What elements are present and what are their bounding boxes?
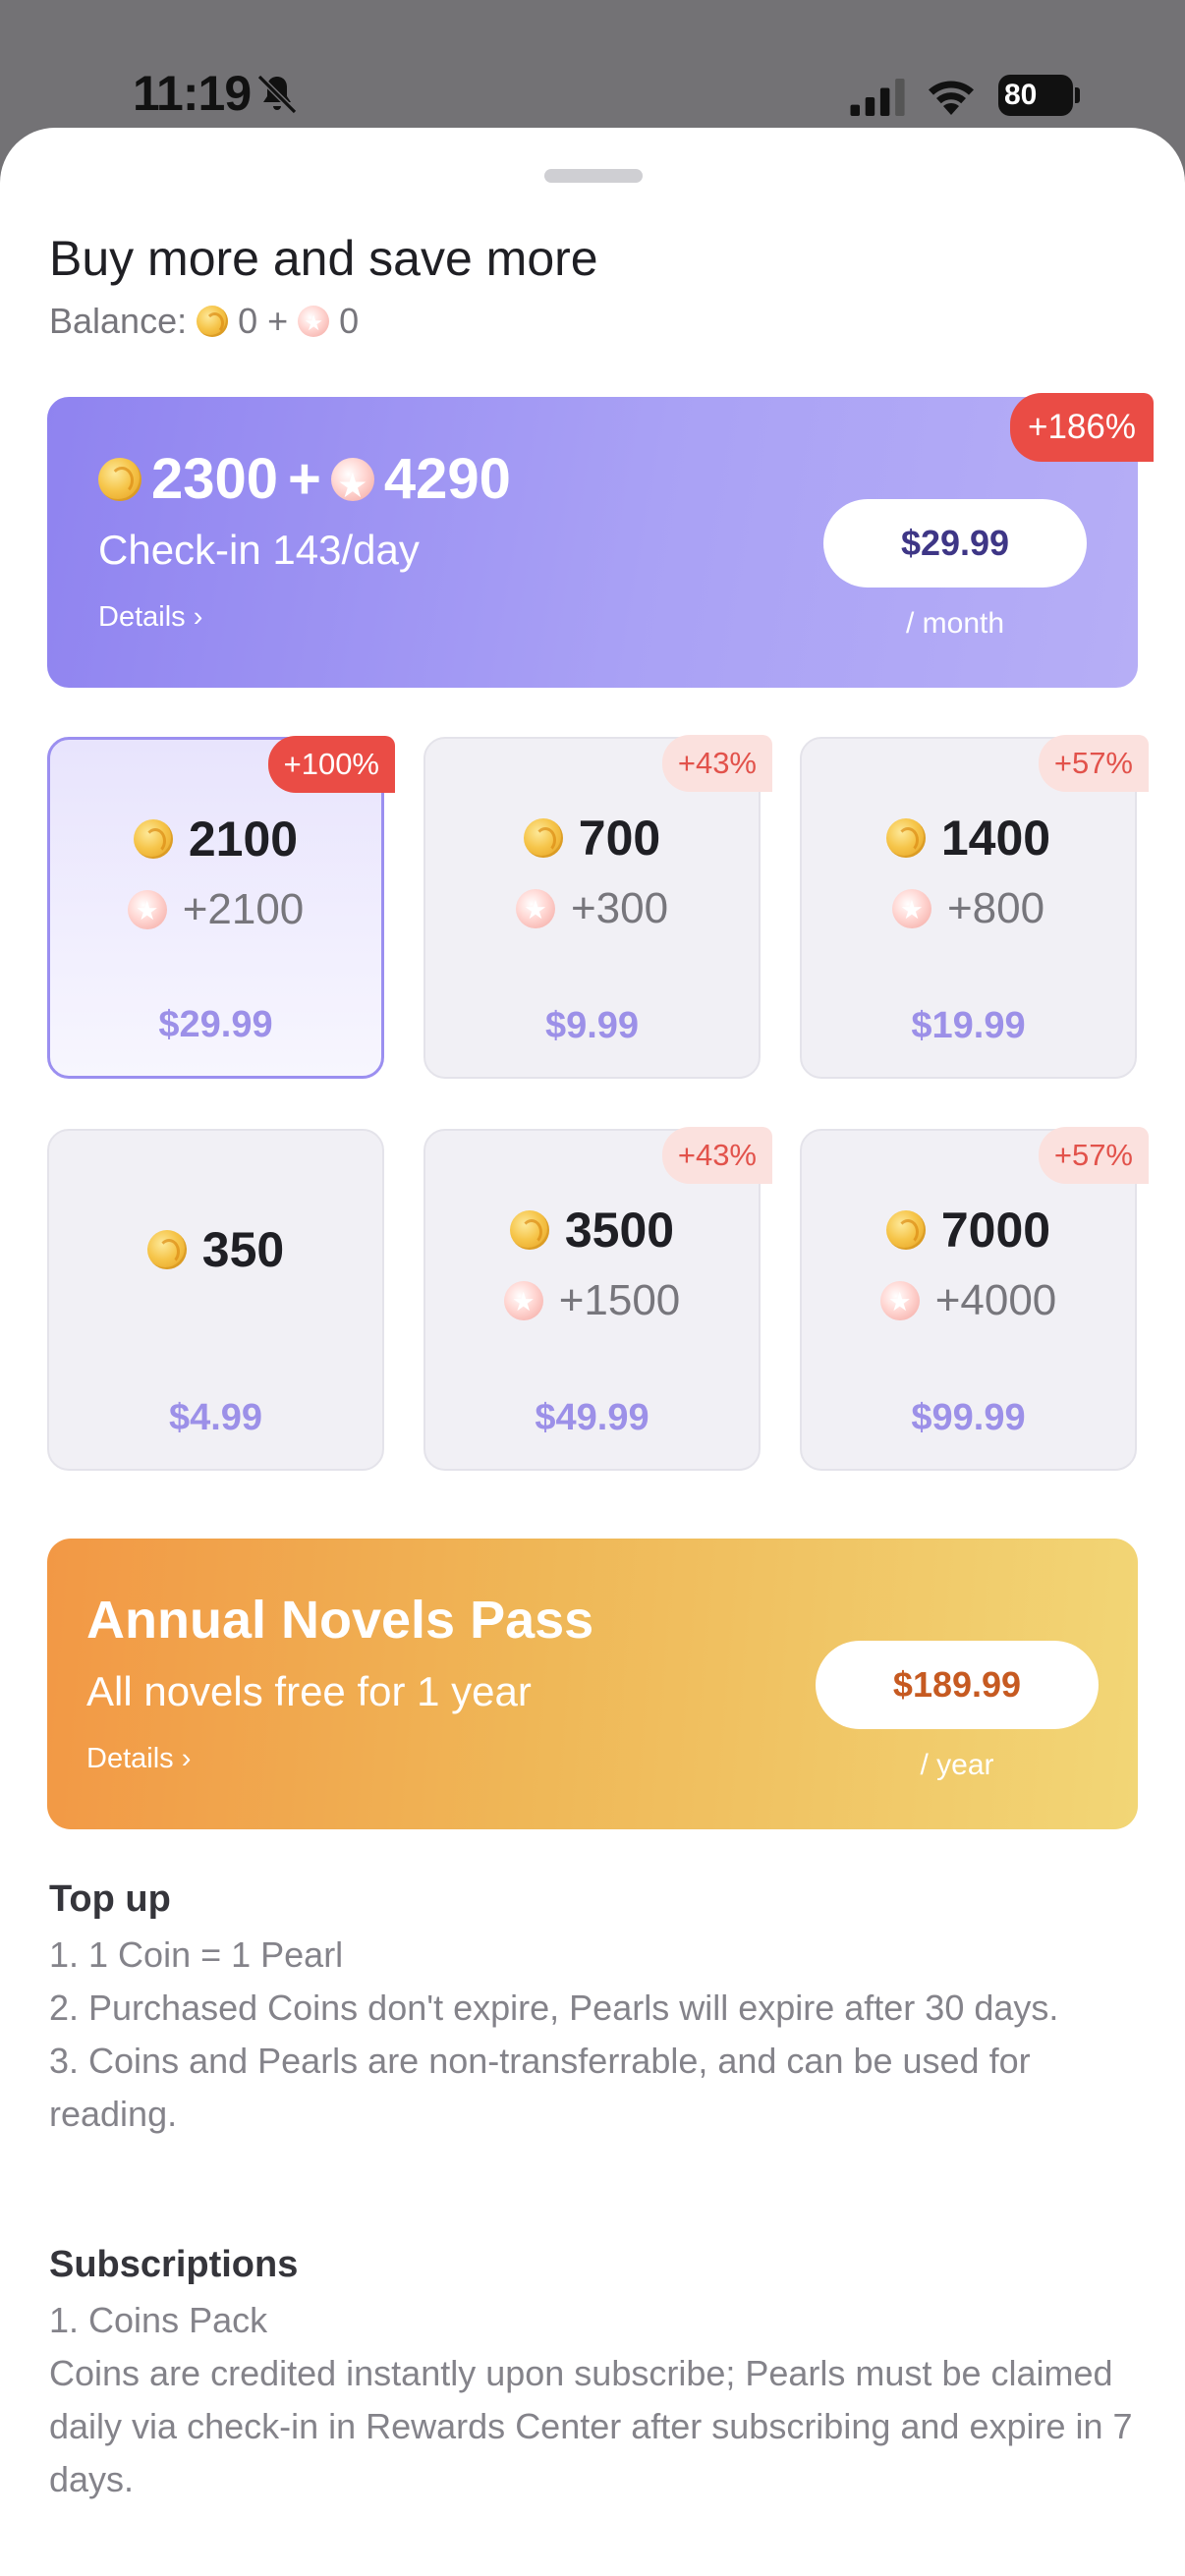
package-bonus: +4000 — [934, 1276, 1057, 1324]
package-price: $19.99 — [911, 1005, 1026, 1046]
pearl-icon — [330, 457, 374, 501]
battery-icon: 80 — [998, 75, 1080, 116]
package-coins-row: 700 — [425, 810, 759, 867]
package-coins: 3500 — [564, 1203, 675, 1258]
subscription-coins: 2300 — [151, 447, 279, 511]
purchase-sheet: Buy more and save more Balance: 0 + 0 23… — [0, 128, 1185, 2576]
wifi-icon — [929, 81, 974, 115]
chevron-right-icon: › — [181, 1743, 192, 1774]
top-up-info: Top up 1. 1 Coin = 1 Pearl 2. Purchased … — [49, 1878, 1140, 2141]
bell-muted-icon — [256, 74, 298, 115]
coin-icon — [509, 1210, 549, 1250]
package-price: $9.99 — [544, 1005, 640, 1046]
annual-price-button[interactable]: $189.99 — [816, 1641, 1099, 1729]
top-up-line: 2. Purchased Coins don't expire, Pearls … — [49, 1988, 1059, 2028]
pearl-icon — [127, 890, 167, 929]
subscription-details-link[interactable]: Details › — [98, 601, 202, 634]
details-label: Details — [98, 601, 186, 633]
details-label: Details — [86, 1743, 174, 1774]
balance-pearls: 0 — [339, 301, 360, 341]
package-card-1400[interactable]: +57% 1400 +800 $19.99 — [800, 735, 1149, 1079]
package-bonus-row: +1500 — [425, 1276, 759, 1325]
subscription-pearls: 4290 — [383, 447, 511, 511]
coin-icon — [885, 818, 926, 858]
coin-icon — [98, 457, 141, 501]
pearl-icon — [879, 1281, 920, 1320]
package-card-3500[interactable]: +43% 3500 +1500 $49.99 — [423, 1127, 772, 1471]
coin-icon — [133, 819, 173, 859]
status-bar: 11:19 80 — [0, 0, 1185, 128]
package-bonus-row: +800 — [802, 884, 1135, 933]
annual-pass-title: Annual Novels Pass — [86, 1591, 594, 1650]
package-coins-row: 7000 — [802, 1202, 1135, 1259]
subscriptions-line: 1. Coins Pack — [49, 2300, 268, 2340]
package-price: $99.99 — [911, 1397, 1026, 1438]
annual-novels-pass-card[interactable]: Annual Novels Pass All novels free for 1… — [47, 1539, 1138, 1829]
coin-icon — [885, 1210, 926, 1250]
subscription-plus: + — [288, 447, 321, 511]
package-bonus: +800 — [946, 884, 1045, 932]
pearl-icon — [298, 306, 330, 337]
package-price: $29.99 — [158, 1004, 273, 1045]
cellular-signal-icon — [850, 79, 905, 116]
subscription-checkin-text: Check-in 143/day — [98, 527, 420, 573]
balance-plus: + — [267, 301, 289, 341]
package-bonus: +1500 — [558, 1276, 681, 1324]
subscription-period: / month — [905, 607, 1005, 640]
pearl-icon — [503, 1281, 543, 1320]
package-bonus-row: +300 — [425, 884, 759, 933]
package-card-7000[interactable]: +57% 7000 +4000 $99.99 — [800, 1127, 1149, 1471]
package-coins: 7000 — [940, 1203, 1051, 1258]
coin-icon — [523, 818, 563, 858]
subscriptions-info: Subscriptions 1. Coins Pack Coins are cr… — [49, 2244, 1140, 2506]
subscription-price-button[interactable]: $29.99 — [823, 499, 1087, 588]
package-price: $49.99 — [535, 1397, 649, 1438]
bonus-badge: +57% — [1038, 735, 1149, 792]
sheet-title: Buy more and save more — [49, 231, 598, 286]
package-card-700[interactable]: +43% 700 +300 $9.99 — [423, 735, 772, 1079]
pearl-icon — [515, 889, 555, 928]
package-price: $4.99 — [168, 1397, 263, 1438]
package-coins-row: 1400 — [802, 810, 1135, 867]
subscriptions-line: Coins are credited instantly upon subscr… — [49, 2353, 1133, 2499]
top-up-line: 1. 1 Coin = 1 Pearl — [49, 1934, 344, 1975]
coin-icon — [197, 306, 229, 337]
package-bonus-row: +4000 — [802, 1276, 1135, 1325]
package-coins-row: 350 — [49, 1221, 382, 1278]
bonus-badge: +186% — [1010, 393, 1154, 462]
bonus-badge: +57% — [1038, 1127, 1149, 1184]
chevron-right-icon: › — [193, 601, 203, 633]
subscriptions-heading: Subscriptions — [49, 2244, 299, 2285]
top-up-heading: Top up — [49, 1878, 171, 1920]
coins-pack-subscription-card[interactable]: 2300 + 4290 Check-in 143/day Details › $… — [47, 393, 1154, 688]
balance-row: Balance: 0 + 0 — [49, 301, 359, 342]
sheet-drag-handle[interactable] — [544, 169, 643, 183]
balance-label: Balance: — [49, 301, 188, 341]
package-bonus: +2100 — [182, 885, 305, 933]
bonus-badge: +43% — [661, 735, 772, 792]
bonus-badge: +100% — [267, 736, 395, 793]
bonus-badge: +43% — [661, 1127, 772, 1184]
coin-icon — [146, 1230, 187, 1269]
package-card-350[interactable]: 350 $4.99 — [47, 1129, 384, 1471]
top-up-line: 3. Coins and Pearls are non-transferrabl… — [49, 2041, 1031, 2134]
balance-coins: 0 — [238, 301, 258, 341]
package-coins-row: 2100 — [50, 811, 381, 868]
package-coins: 2100 — [188, 812, 299, 867]
package-bonus: +300 — [570, 884, 669, 932]
package-bonus-row: +2100 — [50, 885, 381, 934]
pearl-icon — [891, 889, 931, 928]
subscription-amounts: 2300 + 4290 — [98, 446, 511, 512]
package-coins-row: 3500 — [425, 1202, 759, 1259]
package-coins: 350 — [201, 1222, 285, 1277]
package-card-2100[interactable]: +100% 2100 +2100 $29.99 — [47, 736, 395, 1079]
package-coins: 700 — [578, 811, 661, 866]
annual-pass-subtitle: All novels free for 1 year — [86, 1668, 532, 1714]
status-time: 11:19 — [133, 66, 252, 121]
annual-details-link[interactable]: Details › — [86, 1743, 191, 1775]
battery-level: 80 — [1004, 79, 1038, 111]
package-coins: 1400 — [940, 811, 1051, 866]
annual-period: / year — [920, 1749, 994, 1781]
